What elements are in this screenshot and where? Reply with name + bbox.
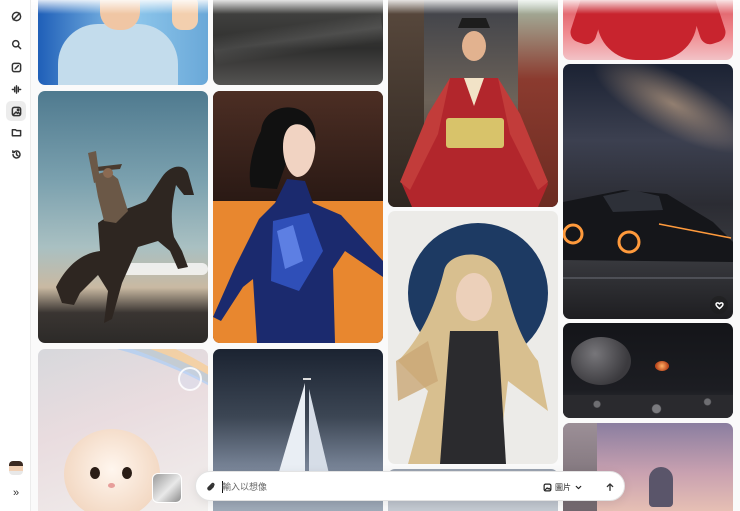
gallery-tile-red-hands[interactable] bbox=[563, 0, 733, 60]
gallery-tile-woman-blonde[interactable] bbox=[388, 211, 558, 464]
shirt-shape bbox=[58, 24, 178, 85]
woman-silhouette bbox=[213, 107, 383, 343]
blonde-woman-shape bbox=[396, 254, 548, 464]
avatar[interactable] bbox=[9, 461, 23, 475]
bubble-shape bbox=[178, 367, 202, 391]
paperclip-icon bbox=[207, 482, 215, 491]
figure-shape bbox=[649, 467, 673, 507]
edit-icon[interactable] bbox=[6, 57, 26, 77]
gallery-tile-asteroid[interactable] bbox=[563, 323, 733, 418]
arrow-up-icon bbox=[606, 483, 614, 491]
ship-light bbox=[655, 361, 669, 371]
red-shirt-shape bbox=[597, 0, 697, 60]
gallery-tile-woman-armor[interactable] bbox=[213, 91, 383, 343]
gallery-tile-ocean-waves[interactable] bbox=[213, 0, 383, 85]
gallery-tile-galaxy-car[interactable] bbox=[563, 64, 733, 319]
cowboy-silhouette bbox=[56, 151, 194, 323]
hand-shape bbox=[172, 0, 198, 30]
wave-highlight bbox=[213, 12, 383, 66]
history-icon[interactable] bbox=[6, 144, 26, 164]
prompt-bar: 圖片 bbox=[195, 471, 625, 501]
kitten-shape bbox=[64, 429, 160, 511]
car-shape bbox=[563, 190, 733, 279]
mode-selector[interactable]: 圖片 bbox=[543, 479, 583, 495]
favorite-button[interactable] bbox=[710, 296, 728, 314]
send-button[interactable] bbox=[602, 479, 618, 495]
image-gallery bbox=[31, 0, 740, 511]
image-icon[interactable] bbox=[6, 101, 26, 121]
expand-label: » bbox=[12, 487, 20, 499]
gallery-tile-cowboy-horse[interactable] bbox=[38, 91, 208, 343]
logo-icon[interactable] bbox=[6, 6, 26, 26]
search-icon[interactable] bbox=[6, 34, 26, 54]
double-chevron-right-icon[interactable]: » bbox=[6, 483, 26, 503]
app-window: » 輸入以想像 圖片 bbox=[0, 0, 740, 511]
gallery-tile-man-shirt[interactable] bbox=[38, 0, 208, 85]
gallery-tile-woman-kimono[interactable] bbox=[388, 0, 558, 207]
mode-label: 圖片 bbox=[555, 482, 571, 492]
reference-image-thumbnail[interactable] bbox=[152, 473, 182, 503]
asteroid-shape bbox=[571, 337, 631, 385]
heart-icon bbox=[714, 301, 724, 309]
kitten-eye-left bbox=[90, 467, 100, 479]
prompt-input[interactable] bbox=[222, 478, 522, 495]
kitten-eye-right bbox=[122, 467, 132, 479]
folder-icon[interactable] bbox=[6, 122, 26, 142]
kitten-nose bbox=[108, 483, 115, 488]
kimono-figure bbox=[400, 18, 548, 207]
gallery-tile-kitten-rainbow[interactable] bbox=[38, 349, 208, 511]
image-icon bbox=[543, 483, 552, 491]
sidebar: » bbox=[0, 0, 31, 511]
waveform-icon[interactable] bbox=[6, 79, 26, 99]
attach-button[interactable] bbox=[204, 480, 218, 494]
rocks-field bbox=[563, 395, 733, 418]
chevron-down-icon bbox=[575, 485, 582, 489]
